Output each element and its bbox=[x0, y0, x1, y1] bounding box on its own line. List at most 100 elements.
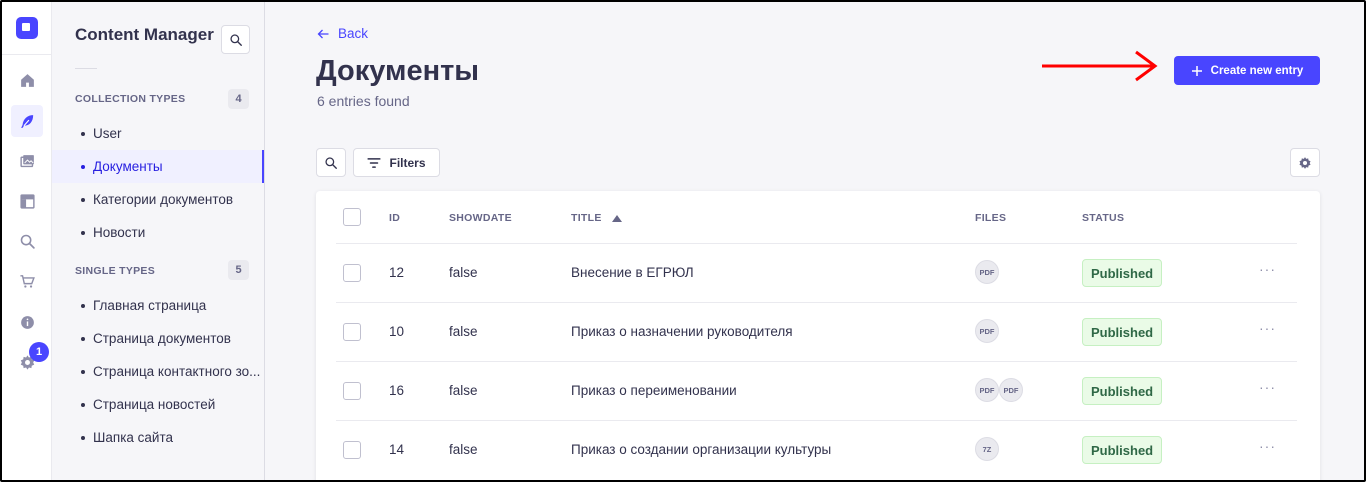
bullet bbox=[81, 197, 85, 202]
rail-divider bbox=[2, 54, 52, 55]
collection-types-count: 4 bbox=[228, 89, 249, 109]
file-thumbnail[interactable]: PDF bbox=[975, 319, 999, 343]
gear-icon bbox=[1299, 156, 1311, 169]
sidebar-item-label: Страница новостей bbox=[93, 397, 216, 412]
search-icon bbox=[229, 33, 242, 46]
sidebar-item-stranitsa-dokumentov[interactable]: Страница документов bbox=[52, 322, 264, 355]
feather-icon bbox=[20, 114, 33, 128]
nav-content-manager[interactable] bbox=[11, 105, 43, 137]
row-actions-button[interactable]: ··· bbox=[1259, 379, 1276, 395]
row-checkbox[interactable] bbox=[343, 382, 361, 400]
sidebar-item-stranitsa-novostey[interactable]: Страница новостей bbox=[52, 388, 264, 421]
column-header-showdate[interactable]: SHOWDATE bbox=[449, 212, 512, 224]
app-logo[interactable] bbox=[16, 17, 38, 39]
create-new-entry-button[interactable]: Create new entry bbox=[1174, 56, 1320, 85]
row-divider bbox=[336, 243, 1297, 244]
sidebar-item-shapka-sayta[interactable]: Шапка сайта bbox=[52, 421, 264, 454]
row-actions-button[interactable]: ··· bbox=[1259, 261, 1276, 277]
sidebar-item-user[interactable]: User bbox=[52, 117, 264, 150]
row-actions-button[interactable]: ··· bbox=[1259, 320, 1276, 336]
annotation-arrow bbox=[1042, 50, 1158, 82]
sidebar-item-label: Новости bbox=[93, 225, 146, 240]
cell-id: 16 bbox=[389, 383, 405, 398]
filters-button[interactable]: Filters bbox=[353, 148, 440, 177]
cell-title: Внесение в ЕГРЮЛ bbox=[571, 265, 694, 280]
nav-content-type-builder[interactable] bbox=[11, 185, 43, 217]
bullet bbox=[81, 369, 85, 374]
sidebar-item-glavnaya-stranitsa[interactable]: Главная страница bbox=[52, 289, 264, 322]
table-search-button[interactable] bbox=[316, 148, 346, 177]
search-icon bbox=[20, 234, 35, 249]
row-checkbox[interactable] bbox=[343, 264, 361, 282]
entries-table: ID SHOWDATE TITLE FILES STATUS 12 false … bbox=[316, 191, 1320, 480]
sidebar-title: Content Manager bbox=[75, 25, 214, 44]
column-header-status[interactable]: STATUS bbox=[1082, 212, 1124, 224]
settings-notification-badge: 1 bbox=[29, 342, 49, 362]
media-icon bbox=[19, 154, 34, 167]
sidebar-item-dokumenty[interactable]: Документы bbox=[52, 150, 264, 183]
table-row[interactable]: 16 false Приказ о переименовании PDF PDF… bbox=[316, 361, 1320, 420]
table-row[interactable]: 10 false Приказ о назначении руководител… bbox=[316, 302, 1320, 361]
row-checkbox[interactable] bbox=[343, 441, 361, 459]
nav-marketplace[interactable] bbox=[11, 265, 43, 297]
file-thumbnail[interactable]: PDF bbox=[975, 378, 999, 402]
sidebar-item-novosti[interactable]: Новости bbox=[52, 216, 264, 249]
table-header: ID SHOWDATE TITLE FILES STATUS bbox=[316, 191, 1320, 243]
nav-search[interactable] bbox=[11, 225, 43, 257]
cell-title: Приказ о назначении руководителя bbox=[571, 324, 793, 339]
cell-title: Приказ о создании организации культуры bbox=[571, 442, 832, 457]
nav-media-library[interactable] bbox=[11, 145, 43, 177]
back-label: Back bbox=[338, 26, 369, 41]
nav-info[interactable] bbox=[11, 306, 43, 338]
plus-icon bbox=[1191, 65, 1202, 76]
filter-icon bbox=[367, 157, 382, 168]
sidebar-item-label: User bbox=[93, 126, 122, 141]
row-divider bbox=[336, 361, 1297, 362]
row-actions-button[interactable]: ··· bbox=[1259, 438, 1276, 454]
table-row[interactable]: 12 false Внесение в ЕГРЮЛ PDF Published … bbox=[316, 243, 1320, 302]
bullet bbox=[81, 336, 85, 341]
main-nav-rail: 1 bbox=[2, 2, 52, 480]
cell-showdate: false bbox=[449, 442, 478, 457]
sidebar-item-stranitsa-kontaktnogo[interactable]: Страница контактного зо... bbox=[52, 355, 264, 388]
layout-icon bbox=[19, 193, 35, 209]
bullet bbox=[81, 131, 85, 136]
sidebar-item-label: Категории документов bbox=[93, 192, 234, 207]
nav-home[interactable] bbox=[11, 64, 43, 96]
file-thumbnail[interactable]: PDF bbox=[975, 260, 999, 284]
column-header-title[interactable]: TITLE bbox=[571, 212, 622, 224]
sidebar-item-label: Страница контактного зо... bbox=[93, 364, 261, 379]
column-header-id[interactable]: ID bbox=[389, 212, 400, 224]
single-types-heading: SINGLE TYPES bbox=[75, 265, 156, 277]
sidebar-search-button[interactable] bbox=[221, 25, 250, 54]
row-checkbox[interactable] bbox=[343, 323, 361, 341]
bullet bbox=[81, 303, 85, 308]
sidebar-divider bbox=[75, 68, 97, 69]
back-link[interactable]: Back bbox=[317, 26, 368, 41]
row-divider bbox=[336, 302, 1297, 303]
info-icon bbox=[20, 315, 34, 329]
bullet bbox=[81, 435, 85, 440]
status-badge: Published bbox=[1082, 318, 1163, 346]
table-row[interactable]: 14 false Приказ о создании организации к… bbox=[316, 420, 1320, 479]
row-divider bbox=[336, 420, 1297, 421]
sidebar-item-label: Главная страница bbox=[93, 298, 207, 313]
status-badge: Published bbox=[1082, 259, 1163, 287]
arrow-left-icon bbox=[317, 29, 329, 38]
bullet bbox=[81, 230, 85, 235]
content-manager-sidebar: Content Manager COLLECTION TYPES 4 User … bbox=[52, 2, 265, 480]
file-thumbnail[interactable]: 7Z bbox=[975, 437, 999, 461]
cell-id: 14 bbox=[389, 442, 405, 457]
collection-types-heading: COLLECTION TYPES bbox=[75, 93, 186, 105]
sidebar-item-label: Документы bbox=[93, 159, 163, 174]
sort-ascending-icon bbox=[611, 214, 622, 222]
file-thumbnail[interactable]: PDF bbox=[999, 378, 1023, 402]
cell-title: Приказ о переименовании bbox=[571, 383, 737, 398]
column-header-files[interactable]: FILES bbox=[975, 212, 1006, 224]
sidebar-item-kategorii-dokumentov[interactable]: Категории документов bbox=[52, 183, 264, 216]
search-icon bbox=[325, 156, 337, 169]
select-all-checkbox[interactable] bbox=[343, 208, 361, 226]
cell-showdate: false bbox=[449, 324, 478, 339]
table-settings-button[interactable] bbox=[1290, 148, 1320, 177]
single-types-count: 5 bbox=[228, 260, 249, 280]
